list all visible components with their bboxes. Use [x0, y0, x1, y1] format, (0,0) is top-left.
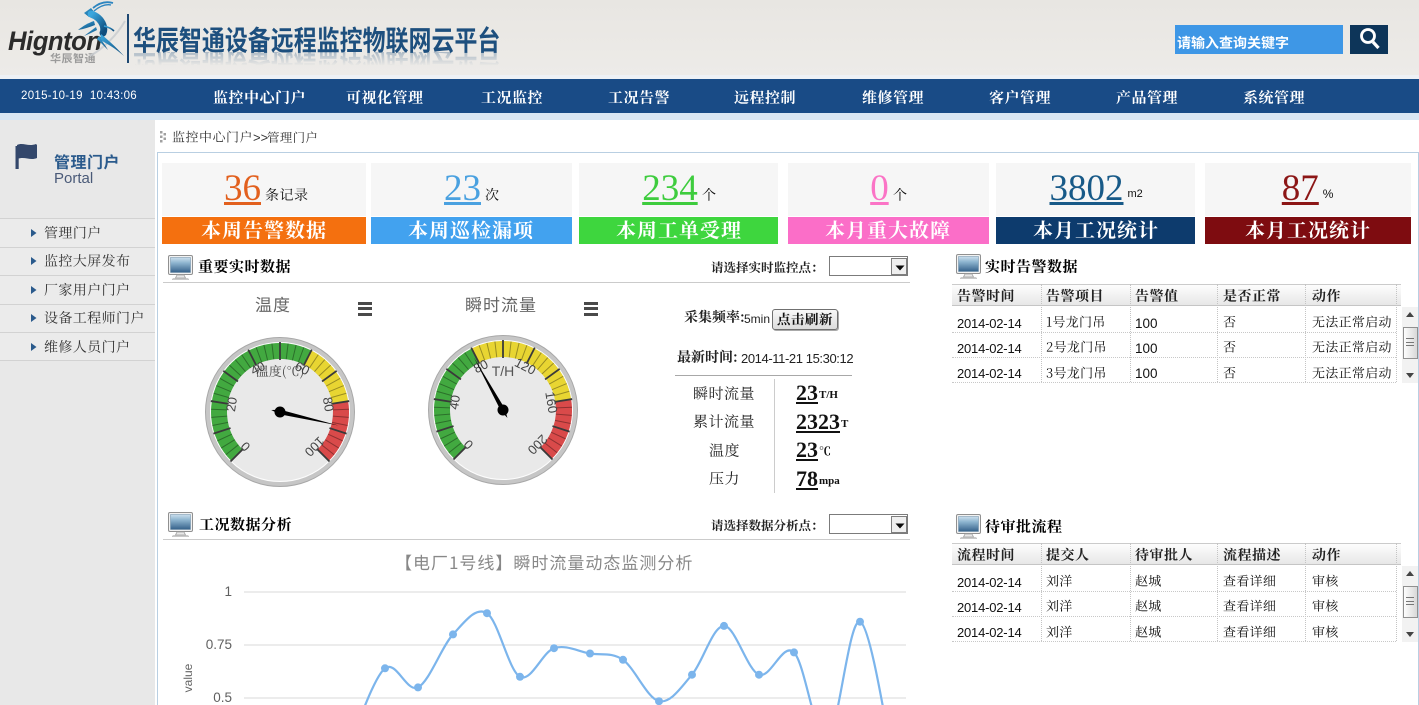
svg-text:20: 20: [223, 396, 240, 413]
svg-text:0.75: 0.75: [206, 637, 232, 652]
svg-text:1: 1: [224, 584, 232, 599]
svg-text:value: value: [181, 663, 195, 692]
svg-text:0.5: 0.5: [213, 690, 232, 705]
svg-text:40: 40: [446, 394, 463, 411]
svg-text:80: 80: [320, 396, 337, 413]
svg-text:T/H: T/H: [492, 363, 515, 379]
